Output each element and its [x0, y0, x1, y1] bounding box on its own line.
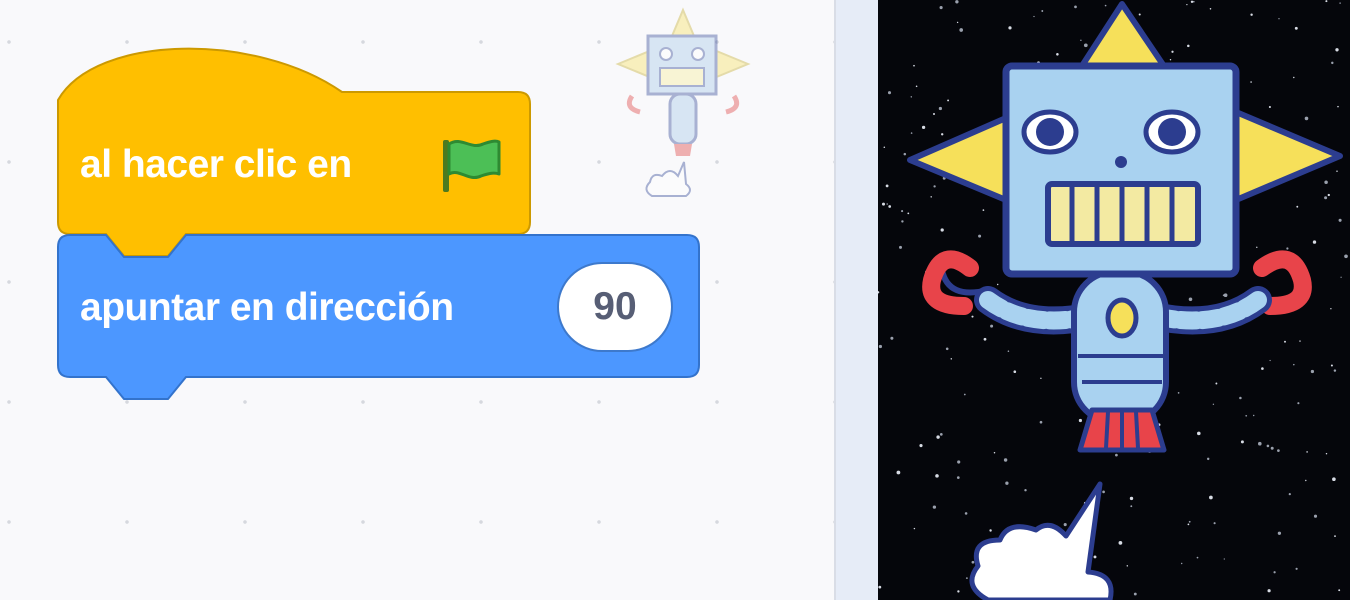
robot-sprite-icon	[615, 7, 751, 197]
code-workspace[interactable]: al hacer clic en apuntar en dirección 90	[0, 0, 836, 600]
green-flag-icon	[443, 139, 501, 192]
motion-block-label: apuntar en dirección	[80, 286, 454, 329]
robot-sprite[interactable]	[878, 0, 1350, 600]
stage[interactable]	[878, 0, 1350, 600]
hat-block-label: al hacer clic en	[80, 143, 352, 186]
direction-input[interactable]: 90	[557, 262, 673, 352]
scratch-editor: al hacer clic en apuntar en dirección 90	[0, 0, 1350, 600]
stage-gutter	[836, 0, 878, 600]
